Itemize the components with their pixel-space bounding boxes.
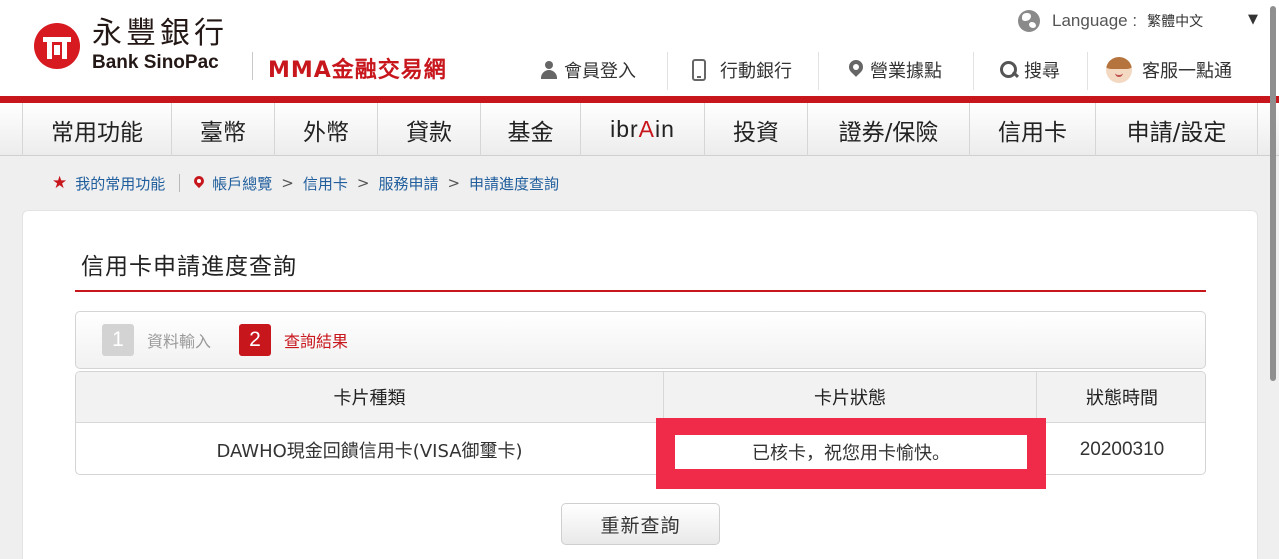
utility-divider (973, 52, 974, 90)
nav-item-loans[interactable]: 貸款 (378, 103, 481, 156)
nav-item-twd[interactable]: 臺幣 (172, 103, 275, 156)
status-time-cell: 20200310 (1036, 424, 1205, 474)
search-icon (1000, 61, 1018, 79)
person-icon (540, 60, 558, 80)
step-number: 1 (102, 324, 134, 356)
chevron-right-icon: > (356, 174, 370, 192)
column-header-status-time: 狀態時間 (1036, 372, 1205, 422)
nav-item-favorites[interactable]: 常用功能 (22, 103, 172, 156)
language-value[interactable]: 繁體中文 (1147, 11, 1203, 31)
vertical-scrollbar[interactable] (1270, 6, 1276, 381)
ibrain-logo: ibrAin (610, 116, 675, 142)
table-header-row: 卡片種類 卡片狀態 狀態時間 (76, 372, 1205, 423)
member-login-label: 會員登入 (564, 61, 636, 82)
customer-service-label: 客服一點通 (1142, 61, 1232, 82)
step-label: 資料輸入 (147, 332, 212, 351)
nav-item-funds[interactable]: 基金 (481, 103, 581, 156)
breadcrumb-divider (179, 174, 181, 192)
card-type-cell: DAWHO現金回饋信用卡(VISA御璽卡) (216, 441, 523, 462)
site-header: 永豐銀行 Bank SinoPac MMA金融交易網 Language : 繁體… (0, 0, 1279, 100)
chevron-right-icon: > (281, 174, 294, 192)
page-title: 信用卡申請進度查詢 (81, 254, 297, 280)
header-accent-bar (0, 96, 1279, 103)
nav-item-investment[interactable]: 投資 (705, 103, 808, 156)
breadcrumb-item-application-status[interactable]: 申請進度查詢 (469, 173, 559, 194)
requery-button[interactable]: 重新查詢 (561, 503, 720, 545)
breadcrumb: ★ 我的常用功能 帳戶總覽 > 信用卡 > 服務申請 > 申請進度查詢 (52, 172, 559, 194)
nav-item-foreign-currency[interactable]: 外幣 (275, 103, 378, 156)
location-pin-icon (194, 176, 204, 190)
mobile-phone-icon (692, 59, 706, 81)
logo-divider (252, 52, 253, 80)
logo-chinese-name: 永豐銀行 (92, 16, 228, 51)
column-header-card-type: 卡片種類 (333, 388, 406, 409)
favorites-link[interactable]: 我的常用功能 (75, 173, 165, 194)
card-status-text: 已核卡，祝您用卡愉快。 (675, 435, 1027, 469)
service-agent-icon (1106, 57, 1132, 83)
nav-item-securities-insurance[interactable]: 證券/保險 (808, 103, 970, 156)
content-card: 信用卡申請進度查詢 1 資料輸入 2 查詢結果 卡片種類 卡片狀態 狀態時間 D… (22, 210, 1258, 559)
star-icon: ★ (52, 173, 68, 193)
search-label: 搜尋 (1024, 61, 1060, 82)
utility-divider (1087, 52, 1088, 90)
title-underline (75, 290, 1206, 292)
column-header-card-status: 卡片狀態 (663, 372, 1036, 422)
utility-divider (667, 52, 668, 90)
chevron-right-icon: > (447, 174, 461, 192)
step-indicator: 1 資料輸入 2 查詢結果 (75, 311, 1206, 369)
sinopac-logo-icon (34, 23, 80, 69)
status-highlight-box: 已核卡，祝您用卡愉快。 (656, 418, 1046, 489)
nav-item-ibrain[interactable]: ibrAin (581, 103, 705, 156)
breadcrumb-item-account-overview[interactable]: 帳戶總覽 (212, 173, 272, 194)
main-nav: 常用功能 臺幣 外幣 貸款 基金 ibrAin 投資 證券/保險 信用卡 申請/… (0, 103, 1279, 156)
globe-icon (1018, 10, 1040, 32)
location-pin-icon (848, 60, 864, 80)
step-label: 查詢結果 (284, 332, 349, 351)
utility-divider (818, 52, 819, 90)
nav-item-credit-card[interactable]: 信用卡 (970, 103, 1096, 156)
mobile-banking-label: 行動銀行 (720, 61, 792, 82)
member-login-link[interactable]: 會員登入 (540, 48, 636, 92)
step-data-input: 1 資料輸入 (102, 324, 211, 356)
breadcrumb-item-service-application[interactable]: 服務申請 (378, 173, 438, 194)
search-link[interactable]: 搜尋 (1000, 48, 1060, 92)
branches-link[interactable]: 營業據點 (848, 48, 942, 92)
language-selector[interactable]: Language : 繁體中文 ▼ (1018, 10, 1258, 32)
breadcrumb-item-credit-card[interactable]: 信用卡 (303, 173, 348, 194)
language-label: Language : (1052, 11, 1138, 30)
bank-logo[interactable]: 永豐銀行 Bank SinoPac (34, 18, 228, 74)
step-query-result: 2 查詢結果 (239, 324, 348, 356)
logo-english-name: Bank SinoPac (92, 52, 219, 73)
chevron-down-icon[interactable]: ▼ (1248, 12, 1258, 27)
branches-label: 營業據點 (870, 61, 942, 82)
site-name[interactable]: MMA金融交易網 (268, 52, 447, 84)
step-number: 2 (239, 324, 272, 356)
mobile-banking-link[interactable]: 行動銀行 (692, 48, 792, 92)
customer-service-link[interactable]: 客服一點通 (1106, 48, 1232, 92)
nav-item-apply-settings[interactable]: 申請/設定 (1096, 103, 1258, 156)
